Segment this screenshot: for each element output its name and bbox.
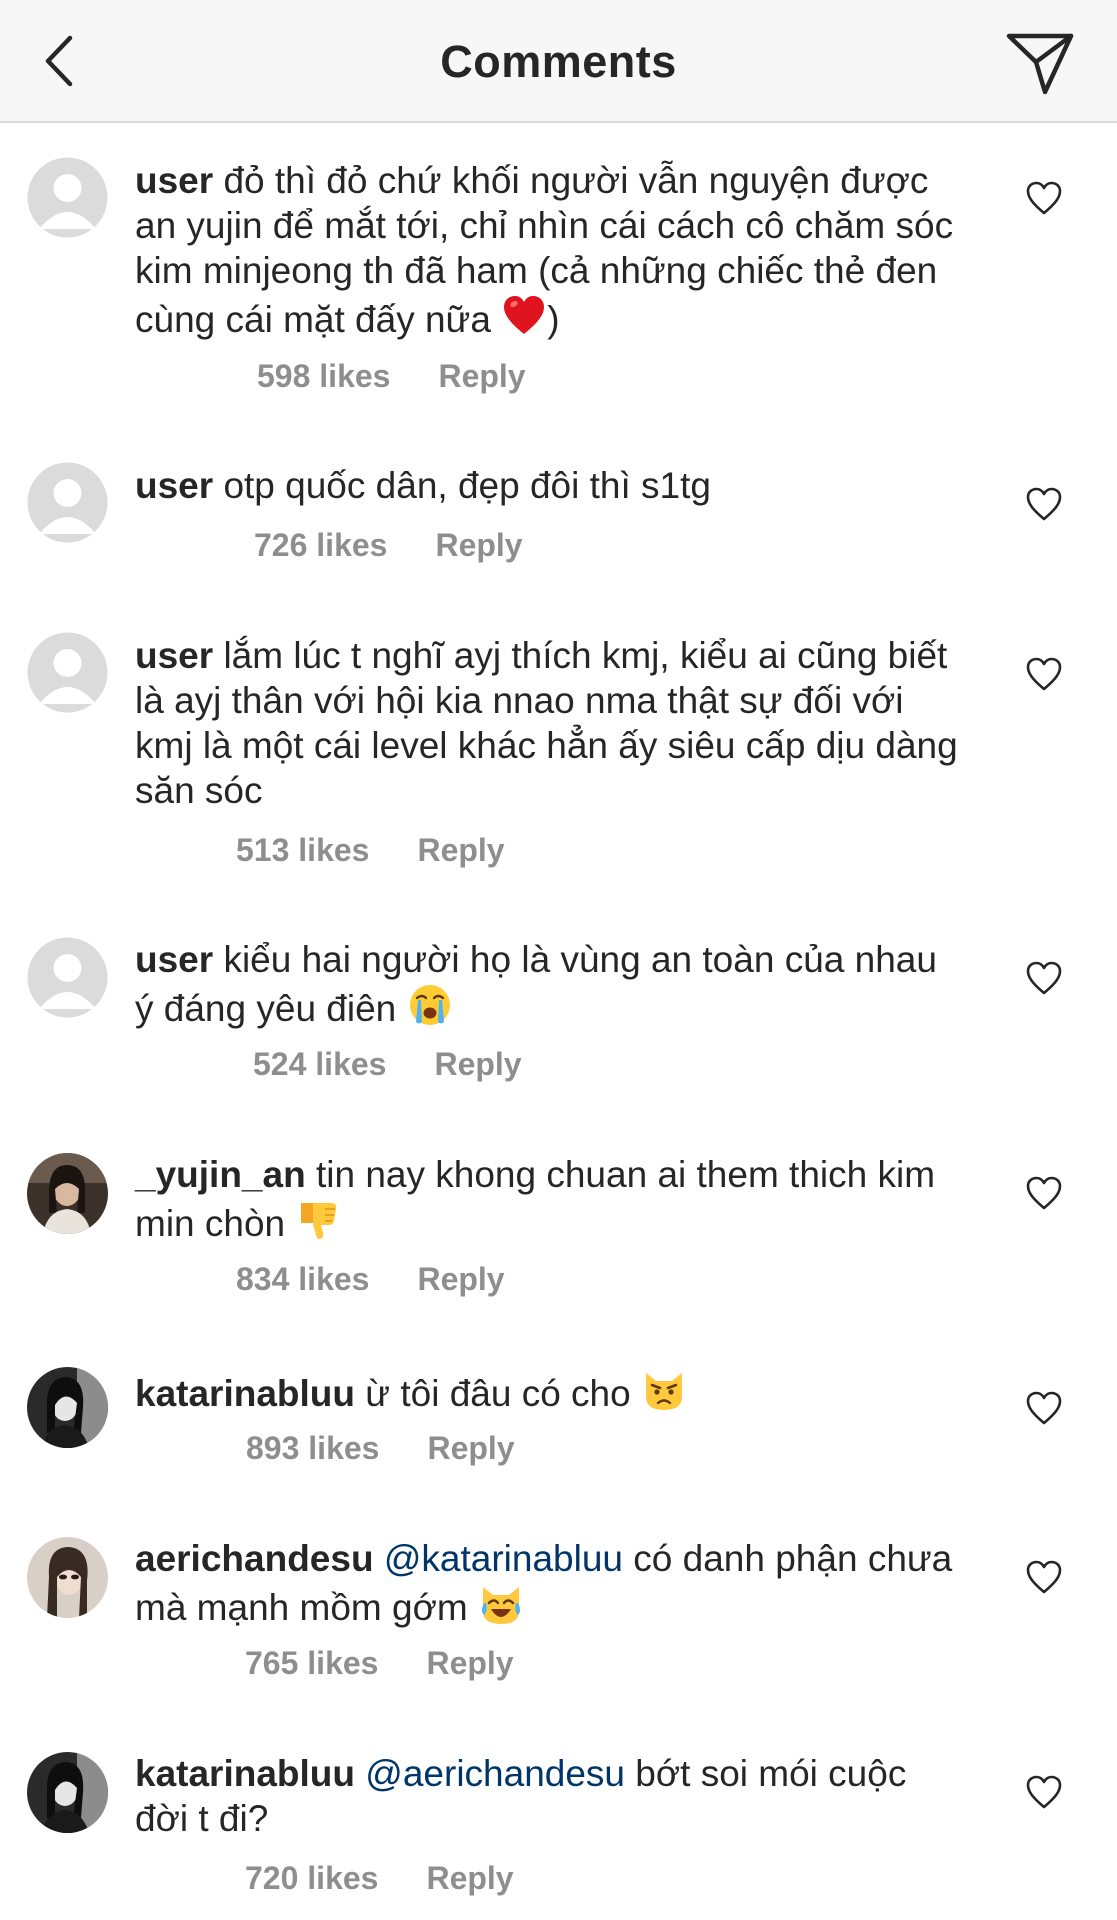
like-button[interactable] [1025,180,1063,216]
photo-avatar-icon [27,1153,108,1234]
comment-text: _yujin_an tin nay khong chuan ai them th… [135,1152,965,1246]
comment-text: user đỏ thì đỏ chứ khối người vẫn nguyện… [135,158,965,342]
thumbs-down-emoji [301,1203,337,1239]
heart-outline-icon [1026,1775,1062,1809]
comment-meta: 720 likes Reply [245,1860,514,1897]
avatar[interactable] [27,632,108,713]
like-button[interactable] [1025,1559,1063,1595]
comment-meta: 834 likes Reply [236,1261,505,1298]
comment-text: katarinabluu ừ tôi đâu có cho [135,1367,965,1416]
comment-username[interactable]: user [135,160,213,201]
avatar[interactable] [27,1537,108,1618]
avatar[interactable] [27,1752,108,1833]
reply-button[interactable]: Reply [417,832,504,868]
reply-button[interactable]: Reply [417,1261,504,1297]
comment-text: aerichandesu @katarinabluu có danh phận … [135,1536,965,1630]
like-button[interactable] [1025,960,1063,996]
likes-count[interactable]: 720 likes [245,1860,378,1896]
share-button[interactable] [1003,28,1079,98]
comment-body: otp quốc dân, đẹp đôi thì s1tg [223,465,711,506]
default-avatar-icon [27,632,108,713]
default-avatar-icon [27,157,108,238]
reply-button[interactable]: Reply [438,358,525,394]
comment-username[interactable]: user [135,465,213,506]
heart-outline-icon [1026,1560,1062,1594]
loudly-crying-face-emoji [409,985,450,1025]
reply-button[interactable]: Reply [435,527,522,563]
likes-count[interactable]: 726 likes [254,527,387,563]
like-button[interactable] [1025,1390,1063,1426]
likes-count[interactable]: 765 likes [245,1645,378,1681]
comment-username[interactable]: user [135,635,213,676]
comment-text: katarinabluu @aerichandesu bớt soi mói c… [135,1751,965,1841]
comment-mention[interactable]: @aerichandesu [365,1753,625,1794]
photo-avatar-icon [27,1752,108,1833]
red-heart-emoji [504,296,545,334]
comment-text: user kiểu hai người họ là vùng an toàn c… [135,937,965,1031]
like-button[interactable] [1025,1175,1063,1211]
heart-outline-icon [1026,181,1062,215]
comment-username[interactable]: katarinabluu [135,1753,355,1794]
comment-body: kiểu hai người họ là vùng an toàn của nh… [135,939,937,1029]
reply-button[interactable]: Reply [434,1046,521,1082]
comment-body-end: ) [547,299,560,340]
comment-username[interactable]: user [135,939,213,980]
avatar[interactable] [27,157,108,238]
avatar[interactable] [27,937,108,1018]
comment-text: user lắm lúc t nghĩ ayj thích kmj, kiểu … [135,633,965,813]
default-avatar-icon [27,462,108,543]
heart-outline-icon [1026,961,1062,995]
heart-outline-icon [1026,657,1062,691]
likes-count[interactable]: 893 likes [246,1430,379,1466]
reply-button[interactable]: Reply [427,1430,514,1466]
comment-username[interactable]: _yujin_an [135,1154,306,1195]
comment-mention[interactable]: @katarinabluu [384,1538,623,1579]
default-avatar-icon [27,937,108,1018]
likes-count[interactable]: 524 likes [253,1046,386,1082]
comment-meta: 598 likes Reply [257,358,526,395]
heart-outline-icon [1026,1391,1062,1425]
heart-outline-icon [1026,487,1062,521]
comments-header: Comments [0,0,1117,123]
avatar[interactable] [27,1153,108,1234]
avatar[interactable] [27,1367,108,1448]
page-title: Comments [440,36,677,87]
reply-button[interactable]: Reply [426,1645,513,1681]
reply-button[interactable]: Reply [426,1860,513,1896]
likes-count[interactable]: 513 likes [236,832,369,868]
photo-avatar-icon [27,1537,108,1618]
comment-meta: 524 likes Reply [253,1046,522,1083]
cat-tears-of-joy-emoji [481,1587,520,1624]
comment-username[interactable]: katarinabluu [135,1373,355,1414]
heart-outline-icon [1026,1176,1062,1210]
comment-meta: 513 likes Reply [236,832,505,869]
comment-text: user otp quốc dân, đẹp đôi thì s1tg [135,463,965,508]
comment-username[interactable]: aerichandesu [135,1538,374,1579]
like-button[interactable] [1025,1774,1063,1810]
like-button[interactable] [1025,656,1063,692]
comment-meta: 726 likes Reply [254,527,523,564]
comment-body: lắm lúc t nghĩ ayj thích kmj, kiểu ai cũ… [135,635,958,811]
comment-meta: 893 likes Reply [246,1430,515,1467]
comment-body: ừ tôi đâu có cho [365,1373,631,1414]
avatar[interactable] [27,462,108,543]
comment-meta: 765 likes Reply [245,1645,514,1682]
pouting-cat-emoji [646,1373,682,1410]
photo-avatar-icon [27,1367,108,1448]
paper-plane-icon [1006,33,1074,95]
like-button[interactable] [1025,486,1063,522]
likes-count[interactable]: 598 likes [257,358,390,394]
likes-count[interactable]: 834 likes [236,1261,369,1297]
